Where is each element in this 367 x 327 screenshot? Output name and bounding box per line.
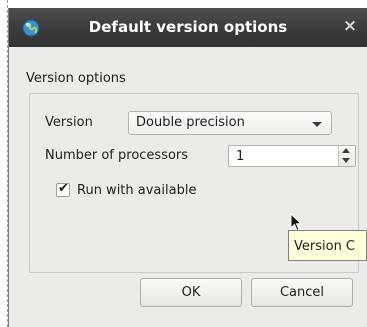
version-dropdown[interactable]: Double precision xyxy=(128,111,332,135)
app-globe-icon xyxy=(22,19,40,37)
group-title: Version options xyxy=(26,71,126,86)
run-available-label[interactable]: Run with available xyxy=(77,183,196,198)
ok-button[interactable]: OK xyxy=(140,278,242,307)
cancel-button[interactable]: Cancel xyxy=(251,278,353,307)
title-bar[interactable]: Default version options × xyxy=(9,8,367,47)
spin-buttons xyxy=(338,146,355,166)
desktop-background xyxy=(0,0,8,327)
spin-up-icon[interactable] xyxy=(342,148,350,153)
spin-down-icon[interactable] xyxy=(342,158,350,163)
run-available-checkbox[interactable]: ✔ xyxy=(56,181,70,197)
tooltip: Version C xyxy=(288,230,367,261)
version-label: Version xyxy=(45,115,93,130)
processors-value: 1 xyxy=(236,149,245,164)
close-icon[interactable]: × xyxy=(340,16,360,36)
chevron-down-icon xyxy=(312,122,322,127)
dialog-title: Default version options xyxy=(88,18,288,36)
processors-spinbox[interactable]: 1 xyxy=(228,145,356,167)
dialog-window: Default version options × Version option… xyxy=(8,8,367,327)
version-dropdown-value: Double precision xyxy=(136,115,245,130)
processors-label: Number of processors xyxy=(45,148,189,163)
checkmark-icon: ✔ xyxy=(58,181,69,196)
